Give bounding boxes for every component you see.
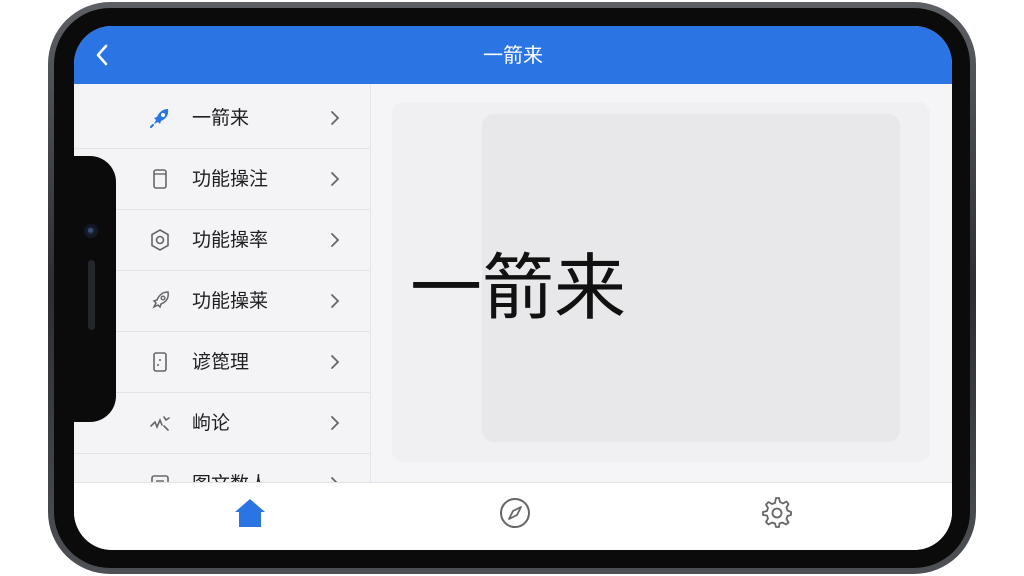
chevron-right-icon xyxy=(328,108,342,128)
content-heading: 一箭来 xyxy=(410,246,627,330)
rocket-outline-icon xyxy=(148,289,172,313)
speaker-grille xyxy=(88,260,95,330)
sidebar-item-4[interactable]: 功能操莱 xyxy=(74,271,370,332)
nav-bar: 一箭来 xyxy=(74,26,952,84)
tab-explore[interactable] xyxy=(497,497,533,533)
chevron-right-icon xyxy=(328,169,342,189)
nav-title: 一箭来 xyxy=(483,43,543,67)
tab-home[interactable] xyxy=(232,497,268,533)
sidebar-item-7[interactable]: 图文数人 xyxy=(74,454,370,482)
hexagon-gear-icon xyxy=(148,228,172,252)
sidebar-item-label: 图文数人 xyxy=(192,454,268,482)
sidebar-item-label: 功能操莱 xyxy=(192,290,269,312)
sidebar-item-3[interactable]: 功能操率 xyxy=(74,210,370,271)
clipboard-icon xyxy=(148,350,172,374)
sidebar-item-6[interactable]: 岣论 xyxy=(74,393,370,454)
sidebar-item-label: 功能操注 xyxy=(192,168,269,190)
tab-settings[interactable] xyxy=(759,497,795,533)
sidebar-item-5[interactable]: 谚箆理 xyxy=(74,332,370,393)
front-camera xyxy=(84,224,98,238)
cylinder-icon xyxy=(148,167,172,191)
sidebar-item-label: 谚箆理 xyxy=(192,351,250,373)
scribble-icon xyxy=(148,411,172,435)
sidebar-item-label: 一箭来 xyxy=(192,107,250,129)
rocket-icon xyxy=(148,106,172,130)
sidebar: 一箭来 功能操注 功能操率 功能操莱 谚箆理 岣论 xyxy=(74,84,371,482)
chevron-right-icon xyxy=(328,291,342,311)
image-icon xyxy=(148,472,172,482)
sidebar-item-label: 岣论 xyxy=(192,412,231,434)
home-icon xyxy=(233,497,267,533)
gear-icon xyxy=(760,496,794,534)
sidebar-item-label: 功能操率 xyxy=(192,229,269,251)
chevron-right-icon xyxy=(328,352,342,372)
chevron-right-icon xyxy=(328,230,342,250)
compass-icon xyxy=(498,496,532,534)
screen: 一箭来 一箭来 功能操注 功能操率 功能操莱 谚箆理 岣论 一箭来 xyxy=(74,26,952,550)
tab-bar xyxy=(74,482,952,550)
sidebar-item-2[interactable]: 功能操注 xyxy=(74,149,370,210)
sidebar-item-1[interactable]: 一箭来 xyxy=(74,88,370,149)
chevron-right-icon xyxy=(328,474,342,482)
chevron-right-icon xyxy=(328,413,342,433)
